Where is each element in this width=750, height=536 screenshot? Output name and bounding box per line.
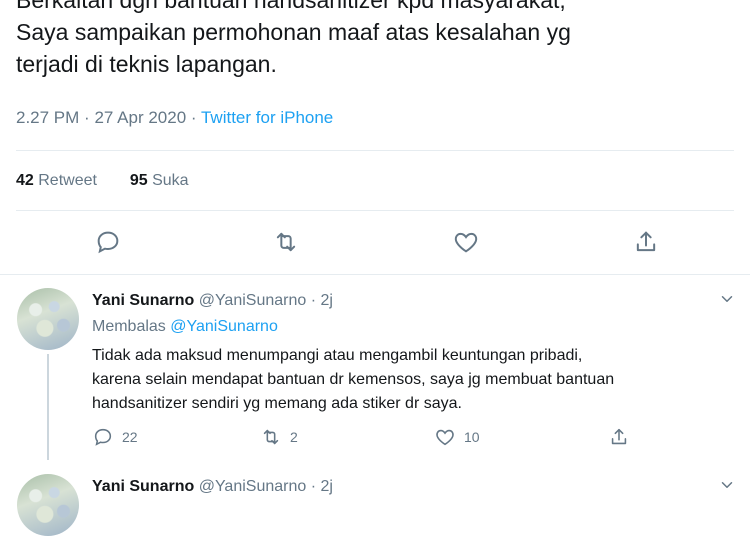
- mention-link[interactable]: @YaniSunarno: [170, 318, 278, 335]
- user-name[interactable]: Yani Sunarno: [92, 292, 194, 309]
- reply-header: Yani Sunarno @YaniSunarno · 2j: [92, 478, 333, 496]
- retweet-button[interactable]: 2: [260, 426, 298, 448]
- share-icon[interactable]: [632, 228, 660, 256]
- tweet-stats: 42 Retweet 95 Suka: [16, 172, 189, 190]
- divider: [16, 210, 734, 211]
- reply-tweet[interactable]: Yani Sunarno @YaniSunarno · 2j Membalas …: [0, 274, 750, 460]
- like-count: 95: [129, 172, 148, 189]
- like-icon[interactable]: [452, 228, 480, 256]
- reply-tweet[interactable]: Yani Sunarno @YaniSunarno · 2j: [0, 460, 750, 536]
- reply-count: 22: [122, 429, 138, 445]
- replying-prefix: Membalas: [92, 318, 166, 335]
- reply-text-line: handsanitizer sendiri yg memang ada stik…: [92, 395, 462, 412]
- tweet-time[interactable]: 2.27 PM: [16, 108, 79, 127]
- chevron-down-icon[interactable]: [718, 290, 736, 308]
- retweet-count: 2: [290, 429, 298, 445]
- replying-to: Membalas @YaniSunarno: [92, 318, 278, 336]
- tweet-text-line: terjadi di teknis lapangan.: [16, 51, 277, 77]
- user-handle[interactable]: @YaniSunarno: [199, 478, 307, 495]
- avatar[interactable]: [17, 474, 79, 536]
- header-dot: ·: [310, 478, 317, 495]
- header-dot: ·: [310, 292, 317, 309]
- divider: [16, 150, 734, 151]
- meta-separator: ·: [190, 108, 197, 127]
- reply-age[interactable]: 2j: [321, 478, 333, 495]
- tweet-text-line: Saya sampaikan permohonan maaf atas kesa…: [16, 19, 571, 45]
- reply-age[interactable]: 2j: [321, 292, 333, 309]
- reply-icon: [94, 428, 112, 446]
- avatar[interactable]: [17, 288, 79, 350]
- retweet-icon: [263, 429, 279, 445]
- tweet-text: Berkaitan dgn bantuan handsanitizer kpd …: [16, 0, 736, 80]
- like-stat[interactable]: 95 Suka: [130, 172, 189, 189]
- meta-separator: ·: [84, 108, 90, 127]
- share-icon: [611, 428, 627, 445]
- retweet-count: 42: [16, 172, 34, 189]
- tweet-text-line: Berkaitan dgn bantuan handsanitizer kpd …: [16, 0, 566, 13]
- like-label: Suka: [152, 172, 189, 189]
- user-handle[interactable]: @YaniSunarno: [199, 292, 307, 309]
- like-button[interactable]: 10: [434, 426, 480, 448]
- reply-text-line: Tidak ada maksud menumpangi atau mengamb…: [92, 347, 583, 364]
- retweet-icon[interactable]: [272, 228, 300, 256]
- retweet-stat[interactable]: 42 Retweet: [16, 172, 97, 189]
- reply-text: Tidak ada maksud menumpangi atau mengamb…: [92, 344, 732, 416]
- tweet-meta: 2.27 PM · 27 Apr 2020 · Twitter for iPho…: [16, 108, 333, 128]
- reply-header: Yani Sunarno @YaniSunarno · 2j: [92, 292, 333, 310]
- chevron-down-icon[interactable]: [718, 476, 736, 494]
- reply-action-bar: 22 2 10: [92, 426, 652, 448]
- like-count: 10: [464, 429, 480, 445]
- retweet-label: Retweet: [38, 172, 97, 189]
- reply-button[interactable]: 22: [92, 426, 138, 448]
- tweet-date[interactable]: 27 Apr 2020: [94, 108, 186, 127]
- reply-text-line: karena selain mendapat bantuan dr kemens…: [92, 371, 615, 388]
- like-icon: [436, 429, 454, 446]
- tweet-action-bar: [0, 228, 750, 260]
- tweet-source-link[interactable]: Twitter for iPhone: [201, 108, 333, 127]
- user-name[interactable]: Yani Sunarno: [92, 478, 194, 495]
- share-button[interactable]: [608, 426, 630, 448]
- thread-line: [47, 354, 49, 460]
- reply-icon[interactable]: [94, 228, 122, 256]
